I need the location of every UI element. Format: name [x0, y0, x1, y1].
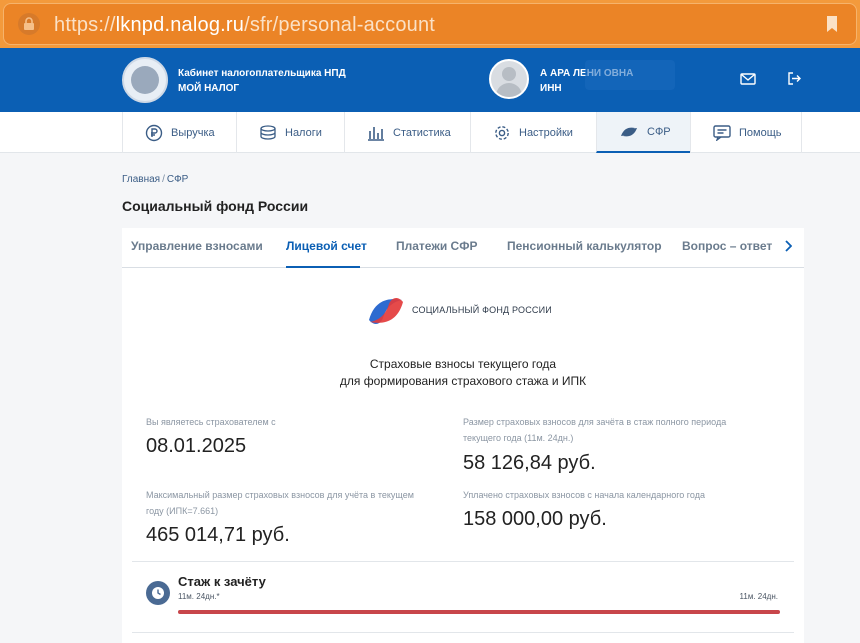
- paid-value: 158 000,00 руб.: [463, 508, 607, 530]
- breadcrumb: Главная / СФР: [122, 174, 189, 185]
- tab-personal-account[interactable]: Лицевой счет: [286, 239, 367, 253]
- breadcrumb-current[interactable]: СФР: [167, 174, 189, 185]
- tab-contributions[interactable]: Управление взносами: [131, 239, 263, 253]
- nav-item-settings[interactable]: Настройки: [470, 112, 596, 153]
- max-contribution-label: Максимальный размер страховых взносов дл…: [146, 490, 414, 516]
- coins-icon: [260, 124, 276, 140]
- nav-item-label: Налоги: [285, 126, 322, 139]
- logout-icon[interactable]: [787, 72, 801, 90]
- full-period-label: Размер страховых взносов для зачёта в ст…: [463, 417, 727, 443]
- url-text[interactable]: https://lknpd.nalog.ru/sfr/personal-acco…: [54, 14, 435, 37]
- tab-pension-calculator[interactable]: Пенсионный калькулятор: [507, 239, 662, 253]
- sfr-tabs: Управление взносами Лицевой счет Платежи…: [122, 228, 804, 268]
- gear-icon: [495, 125, 509, 140]
- brand[interactable]: Кабинет налогоплательщика НПД МОЙ НАЛОГ: [178, 66, 346, 96]
- address-field[interactable]: https://lknpd.nalog.ru/sfr/personal-acco…: [3, 3, 857, 45]
- sfr-logo-icon: [366, 294, 406, 333]
- section-subtitle: Страховые взносы текущего года для форми…: [339, 357, 587, 388]
- nav-item-label: Статистика: [393, 126, 451, 139]
- mail-icon[interactable]: [740, 72, 756, 90]
- chevron-right-icon[interactable]: [784, 239, 793, 257]
- nav-item-statistics[interactable]: Статистика: [344, 112, 470, 153]
- nav-item-label: Настройки: [519, 126, 573, 139]
- main-nav: Выручка Налоги Статистика Настройки СФР …: [0, 112, 860, 153]
- tab-faq[interactable]: Вопрос – ответ: [682, 239, 772, 253]
- nav-item-revenue[interactable]: Выручка: [122, 112, 236, 153]
- help-icon: [713, 124, 731, 141]
- sfr-icon: [621, 127, 637, 136]
- user-avatar[interactable]: [489, 59, 529, 99]
- nav-item-label: Помощь: [739, 126, 782, 139]
- sfr-logo-text: СОЦИАЛЬНЫЙ ФОНД РОССИИ: [412, 305, 552, 315]
- nav-item-label: СФР: [647, 125, 671, 138]
- nav-item-help[interactable]: Помощь: [690, 112, 802, 153]
- ruble-icon: [145, 124, 163, 141]
- bar-chart-icon: [368, 126, 384, 141]
- brand-line2: МОЙ НАЛОГ: [178, 83, 240, 94]
- full-period-value: 58 126,84 руб.: [463, 452, 596, 474]
- divider: [132, 561, 794, 562]
- stazh-title: Стаж к зачёту: [178, 574, 266, 589]
- nav-item-sfr[interactable]: СФР: [596, 112, 690, 153]
- site-header: Кабинет налогоплательщика НПД МОЙ НАЛОГ …: [0, 48, 860, 112]
- clock-icon: [146, 581, 170, 605]
- stazh-progress-bar: [178, 610, 780, 614]
- brand-line1: Кабинет налогоплательщика НПД: [178, 68, 346, 79]
- breadcrumb-home[interactable]: Главная: [122, 174, 160, 185]
- fns-emblem-icon[interactable]: [122, 57, 168, 103]
- active-tab-underline: [286, 266, 360, 268]
- insured-since-value: 08.01.2025: [146, 435, 247, 457]
- nav-item-label: Выручка: [171, 126, 215, 139]
- page-title: Социальный фонд России: [122, 198, 309, 214]
- paid-label: Уплачено страховых взносов с начала кале…: [463, 490, 705, 500]
- bookmark-icon[interactable]: [826, 15, 838, 38]
- insured-since-label: Вы являетесь страхователем с: [146, 417, 276, 427]
- redaction-blur: [585, 60, 675, 90]
- stazh-current: 11м. 24дн.*: [178, 592, 220, 601]
- lock-icon[interactable]: [18, 13, 40, 35]
- max-contribution-value: 465 014,71 руб.: [146, 524, 290, 546]
- browser-url-bar: https://lknpd.nalog.ru/sfr/personal-acco…: [0, 0, 860, 48]
- sfr-card: Управление взносами Лицевой счет Платежи…: [122, 228, 804, 643]
- stazh-total: 11м. 24дн.: [739, 592, 778, 601]
- stazh-progress-fill: [178, 610, 780, 614]
- divider: [132, 632, 794, 633]
- nav-item-taxes[interactable]: Налоги: [236, 112, 344, 153]
- tab-sfr-payments[interactable]: Платежи СФР: [396, 239, 477, 253]
